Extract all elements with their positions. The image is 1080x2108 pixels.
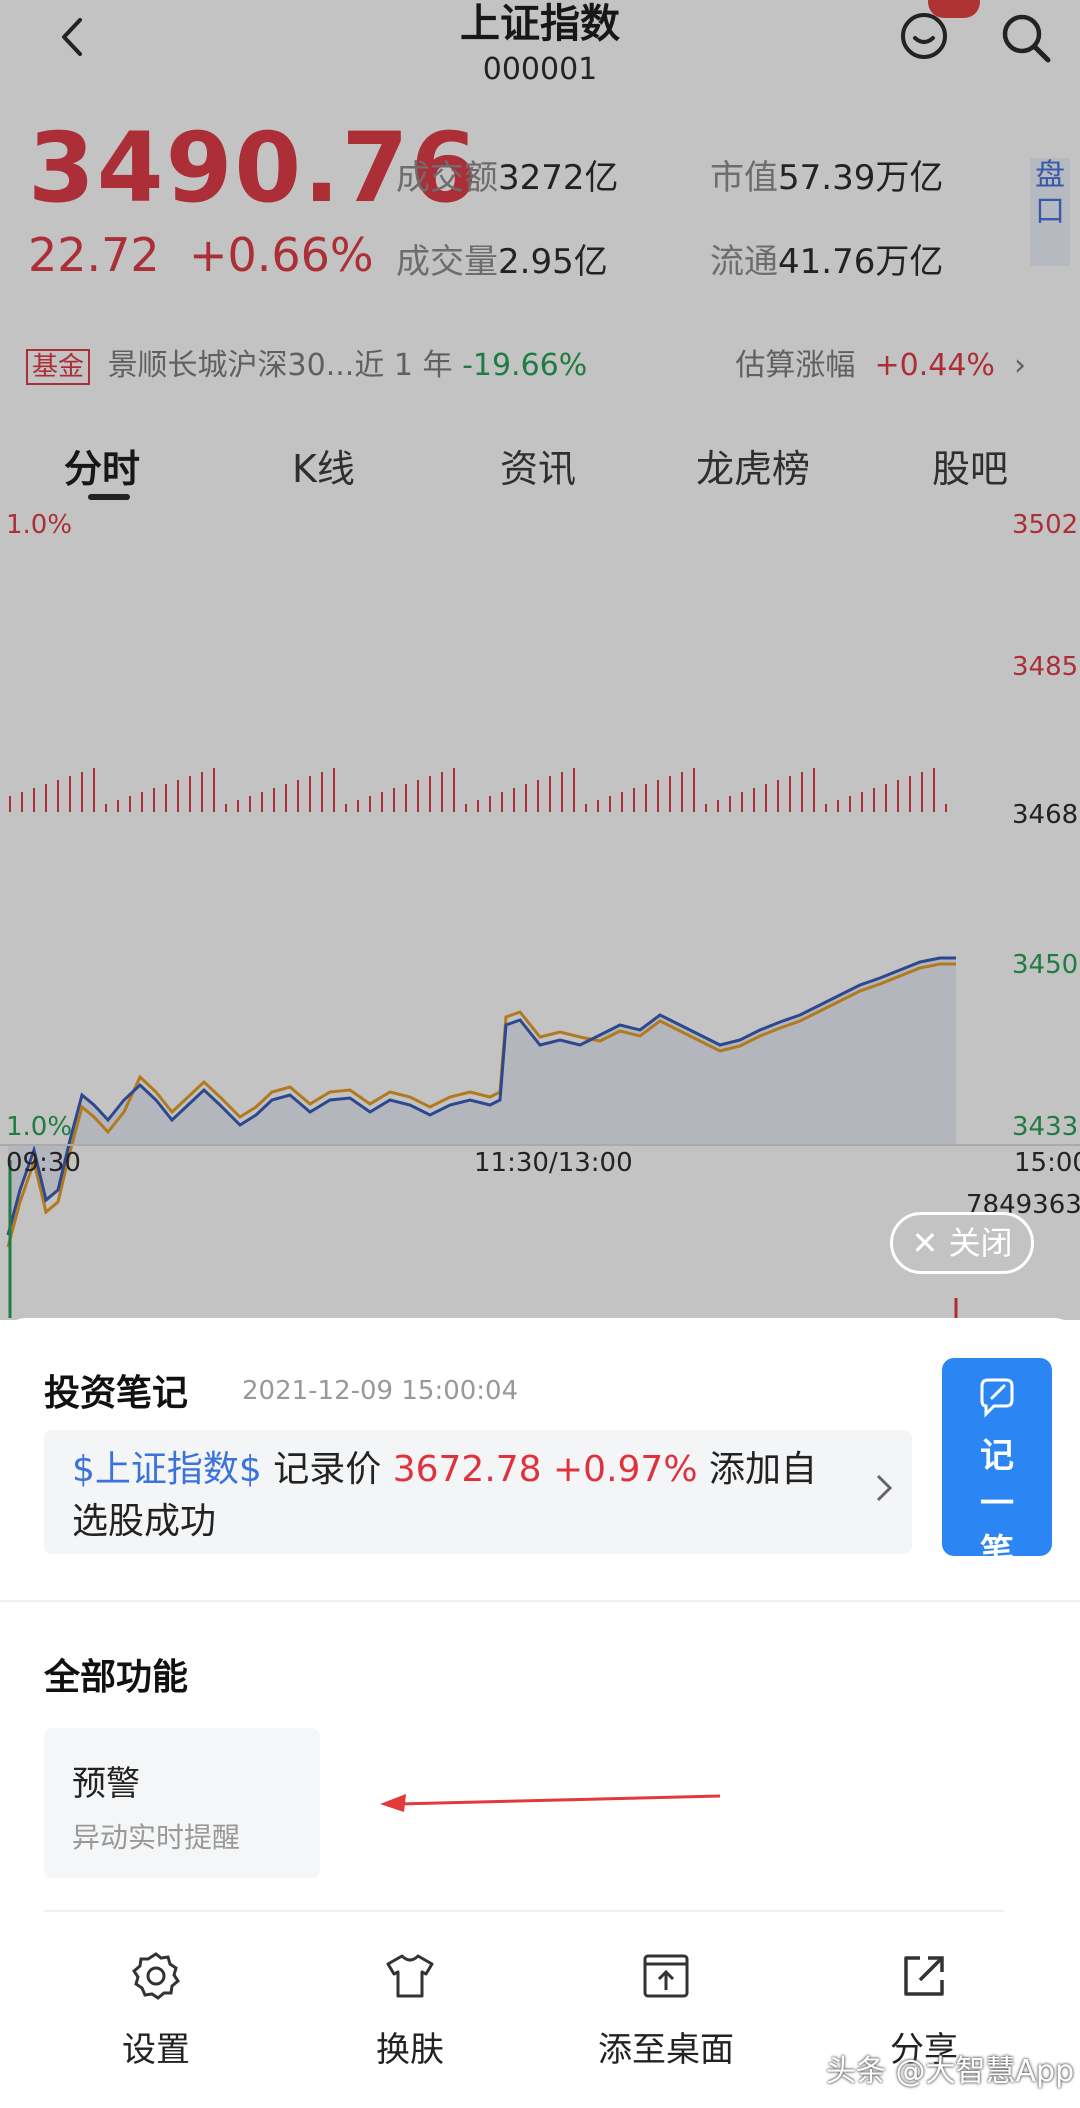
red-arrow-annotation — [380, 1794, 720, 1812]
tshirt-icon — [386, 1954, 434, 1998]
stock-detail-page: 上证指数 000001 ··· 3490.76 22.72 +0.66% 成交额… — [0, 0, 1080, 1320]
skin-button[interactable]: 换肤 — [310, 1950, 510, 2090]
dim-overlay[interactable] — [0, 0, 1080, 1320]
note-stock-tag: $上证指数$ — [72, 1449, 262, 1490]
settings-button[interactable]: 设置 — [56, 1950, 256, 2090]
alert-card-title: 预警 — [72, 1764, 140, 1804]
note-timestamp: 2021-12-09 15:00:04 — [242, 1376, 519, 1406]
section-divider — [44, 1910, 1004, 1912]
alert-function-card[interactable]: 预警 异动实时提醒 — [44, 1728, 320, 1878]
gear-icon — [132, 1952, 180, 2000]
alert-card-subtitle: 异动实时提醒 — [72, 1821, 241, 1854]
chevron-right-icon — [876, 1474, 893, 1502]
desktop-add-icon — [643, 1954, 689, 1998]
add-to-desktop-button[interactable]: 添至桌面 — [566, 1950, 766, 2090]
bottom-sheet: 投资笔记 2021-12-09 15:00:04 $上证指数$ 记录价 3672… — [0, 1318, 1080, 2108]
watermark: 头条 @大智慧App — [826, 2054, 1075, 2089]
write-note-button[interactable]: 记 一 笔 — [942, 1358, 1052, 1572]
note-record-value: 3672.78 +0.97% — [392, 1449, 698, 1490]
share-icon — [904, 1956, 944, 1996]
close-button[interactable]: ✕ 关闭 — [890, 1212, 1034, 1274]
all-functions-title: 全部功能 — [44, 1657, 189, 1698]
section-divider — [0, 1600, 1080, 1602]
note-entry[interactable]: $上证指数$ 记录价 3672.78 +0.97% 添加自选股成功 — [44, 1430, 912, 1554]
investment-note-title: 投资笔记 — [44, 1373, 189, 1414]
edit-note-icon — [980, 1378, 1014, 1418]
close-icon: ✕ — [911, 1224, 939, 1262]
